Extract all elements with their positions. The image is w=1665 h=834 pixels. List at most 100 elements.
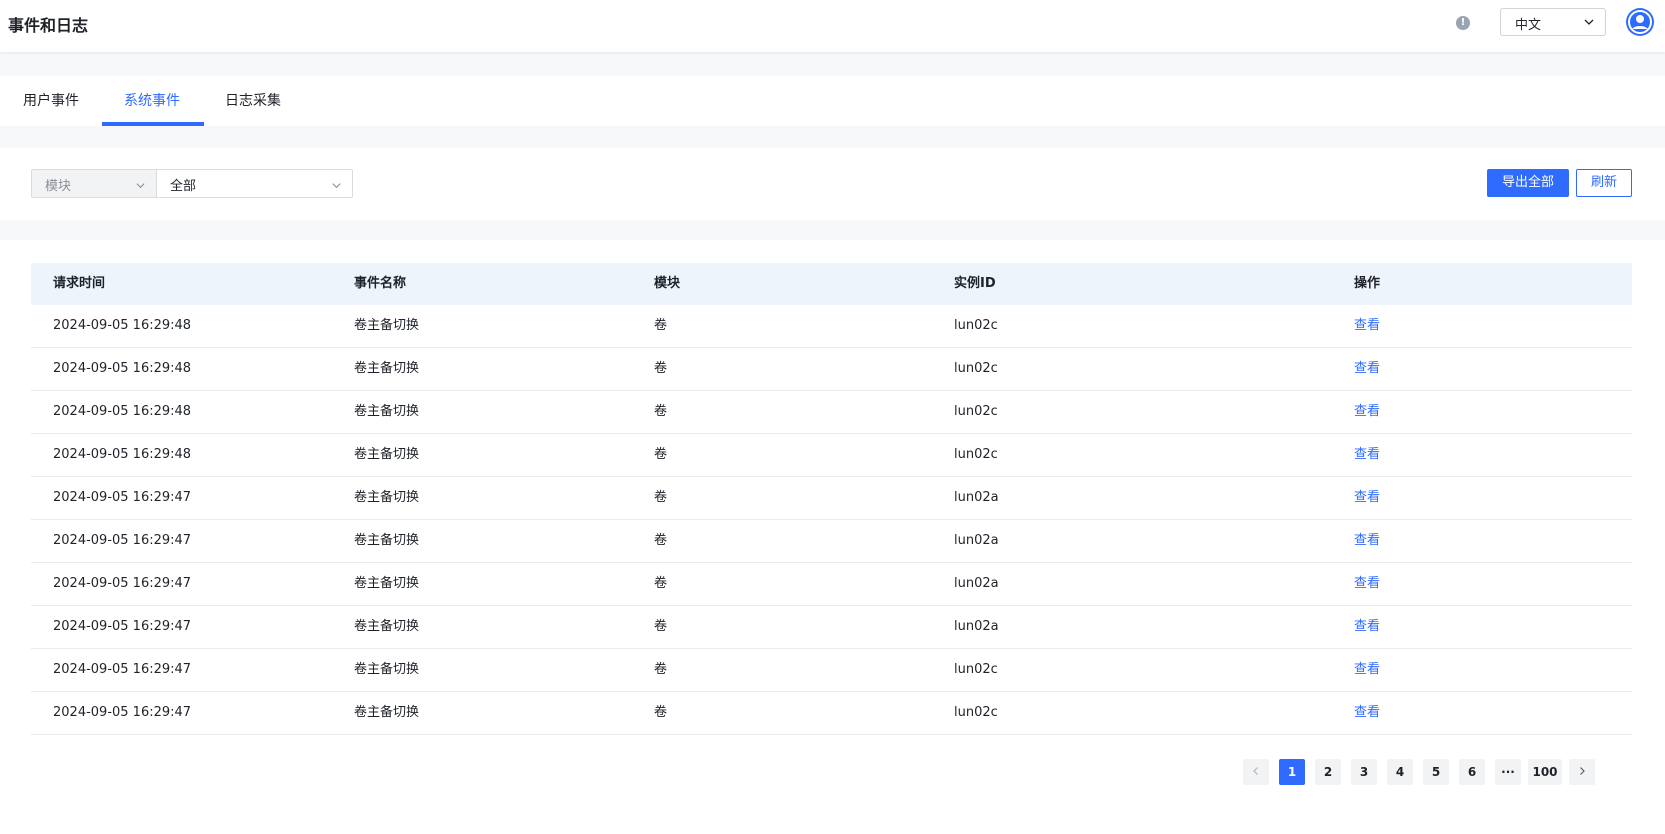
events-table-card: 请求时间 事件名称 模块 实例ID 操作 2024-09-05 16:29:48… xyxy=(0,240,1665,834)
cell-event-name: 卷主备切换 xyxy=(354,318,420,333)
table-row: 2024-09-05 16:29:48 卷主备切换 卷 lun02c 查看 xyxy=(31,305,1632,348)
page-4-button[interactable]: 4 xyxy=(1387,759,1413,785)
cell-request-time: 2024-09-05 16:29:47 xyxy=(53,662,192,677)
cell-event-name: 卷主备切换 xyxy=(354,662,420,677)
table-row: 2024-09-05 16:29:47 卷主备切换 卷 lun02a 查看 xyxy=(31,520,1632,563)
table-row: 2024-09-05 16:29:47 卷主备切换 卷 lun02c 查看 xyxy=(31,692,1632,735)
cell-module: 卷 xyxy=(654,318,668,333)
cell-request-time: 2024-09-05 16:29:47 xyxy=(53,619,192,634)
chevron-down-icon xyxy=(1583,16,1595,32)
column-header-event-name: 事件名称 xyxy=(354,276,407,291)
page-ellipsis-button[interactable]: ··· xyxy=(1495,759,1521,785)
page-3-button[interactable]: 3 xyxy=(1351,759,1377,785)
column-header-request-time: 请求时间 xyxy=(53,276,106,291)
cell-request-time: 2024-09-05 16:29:48 xyxy=(53,447,192,462)
page-title: 事件和日志 xyxy=(8,16,89,35)
filter-field-label: 模块 xyxy=(45,179,72,194)
language-value: 中文 xyxy=(1515,18,1542,33)
export-all-button[interactable]: 导出全部 xyxy=(1487,169,1569,197)
pagination: 1 2 3 4 5 6 ··· 100 xyxy=(0,759,1665,785)
cell-module: 卷 xyxy=(654,662,668,677)
cell-module: 卷 xyxy=(654,705,668,720)
view-link[interactable]: 查看 xyxy=(1354,477,1380,520)
cell-instance-id: lun02c xyxy=(954,318,998,333)
tabs-bar: 用户事件 系统事件 日志采集 xyxy=(0,76,1665,126)
cell-module: 卷 xyxy=(654,619,668,634)
user-avatar-icon[interactable] xyxy=(1626,8,1654,36)
cell-module: 卷 xyxy=(654,576,668,591)
tab-user-events[interactable]: 用户事件 xyxy=(23,76,79,126)
page-6-button[interactable]: 6 xyxy=(1459,759,1485,785)
view-link[interactable]: 查看 xyxy=(1354,391,1380,434)
view-link[interactable]: 查看 xyxy=(1354,305,1380,348)
page-5-button[interactable]: 5 xyxy=(1423,759,1449,785)
cell-event-name: 卷主备切换 xyxy=(354,705,420,720)
view-link[interactable]: 查看 xyxy=(1354,606,1380,649)
cell-instance-id: lun02c xyxy=(954,662,998,677)
chevron-down-icon xyxy=(135,179,146,195)
cell-instance-id: lun02c xyxy=(954,705,998,720)
table-row: 2024-09-05 16:29:47 卷主备切换 卷 lun02a 查看 xyxy=(31,563,1632,606)
column-header-instance-id: 实例ID xyxy=(954,276,996,291)
events-table: 请求时间 事件名称 模块 实例ID 操作 2024-09-05 16:29:48… xyxy=(31,263,1632,735)
cell-event-name: 卷主备切换 xyxy=(354,619,420,634)
cell-module: 卷 xyxy=(654,361,668,376)
filter-field-select[interactable]: 模块 xyxy=(31,169,157,198)
page-100-button[interactable]: 100 xyxy=(1528,759,1562,785)
tab-log-collection[interactable]: 日志采集 xyxy=(225,76,281,126)
view-link[interactable]: 查看 xyxy=(1354,348,1380,391)
column-header-action: 操作 xyxy=(1354,276,1381,291)
cell-request-time: 2024-09-05 16:29:48 xyxy=(53,404,192,419)
cell-request-time: 2024-09-05 16:29:48 xyxy=(53,318,192,333)
table-row: 2024-09-05 16:29:48 卷主备切换 卷 lun02c 查看 xyxy=(31,434,1632,477)
cell-module: 卷 xyxy=(654,490,668,505)
cell-module: 卷 xyxy=(654,404,668,419)
table-header: 请求时间 事件名称 模块 实例ID 操作 xyxy=(31,263,1632,305)
tab-system-events[interactable]: 系统事件 xyxy=(124,76,180,126)
cell-request-time: 2024-09-05 16:29:47 xyxy=(53,576,192,591)
cell-request-time: 2024-09-05 16:29:48 xyxy=(53,361,192,376)
cell-instance-id: lun02a xyxy=(954,533,999,548)
cell-event-name: 卷主备切换 xyxy=(354,447,420,462)
cell-event-name: 卷主备切换 xyxy=(354,404,420,419)
cell-event-name: 卷主备切换 xyxy=(354,490,420,505)
filter-bar: 模块 全部 导出全部 刷新 xyxy=(0,148,1665,220)
cell-module: 卷 xyxy=(654,447,668,462)
table-row: 2024-09-05 16:29:47 卷主备切换 卷 lun02c 查看 xyxy=(31,649,1632,692)
view-link[interactable]: 查看 xyxy=(1354,563,1380,606)
cell-instance-id: lun02a xyxy=(954,490,999,505)
cell-request-time: 2024-09-05 16:29:47 xyxy=(53,533,192,548)
chevron-right-icon xyxy=(1580,767,1585,775)
cell-instance-id: lun02c xyxy=(954,361,998,376)
cell-instance-id: lun02a xyxy=(954,576,999,591)
active-tab-indicator xyxy=(102,122,204,126)
page-2-button[interactable]: 2 xyxy=(1315,759,1341,785)
cell-instance-id: lun02a xyxy=(954,619,999,634)
table-row: 2024-09-05 16:29:47 卷主备切换 卷 lun02a 查看 xyxy=(31,606,1632,649)
view-link[interactable]: 查看 xyxy=(1354,434,1380,477)
chevron-left-icon xyxy=(1253,767,1258,775)
filter-value: 全部 xyxy=(170,179,197,194)
prev-page-button[interactable] xyxy=(1243,759,1269,785)
filter-value-select[interactable]: 全部 xyxy=(157,169,353,198)
cell-instance-id: lun02c xyxy=(954,404,998,419)
cell-request-time: 2024-09-05 16:29:47 xyxy=(53,490,192,505)
refresh-button[interactable]: 刷新 xyxy=(1576,169,1632,197)
view-link[interactable]: 查看 xyxy=(1354,649,1380,692)
cell-event-name: 卷主备切换 xyxy=(354,361,420,376)
chevron-down-icon xyxy=(331,179,342,195)
view-link[interactable]: 查看 xyxy=(1354,692,1380,735)
cell-event-name: 卷主备切换 xyxy=(354,576,420,591)
cell-request-time: 2024-09-05 16:29:47 xyxy=(53,705,192,720)
view-link[interactable]: 查看 xyxy=(1354,520,1380,563)
info-icon[interactable]: ! xyxy=(1456,16,1470,30)
next-page-button[interactable] xyxy=(1569,759,1595,785)
column-header-module: 模块 xyxy=(654,276,681,291)
language-select[interactable]: 中文 xyxy=(1500,8,1606,36)
cell-module: 卷 xyxy=(654,533,668,548)
table-row: 2024-09-05 16:29:48 卷主备切换 卷 lun02c 查看 xyxy=(31,348,1632,391)
cell-instance-id: lun02c xyxy=(954,447,998,462)
page-1-button[interactable]: 1 xyxy=(1279,759,1305,785)
cell-event-name: 卷主备切换 xyxy=(354,533,420,548)
top-header: 事件和日志 ! 中文 xyxy=(0,0,1665,52)
